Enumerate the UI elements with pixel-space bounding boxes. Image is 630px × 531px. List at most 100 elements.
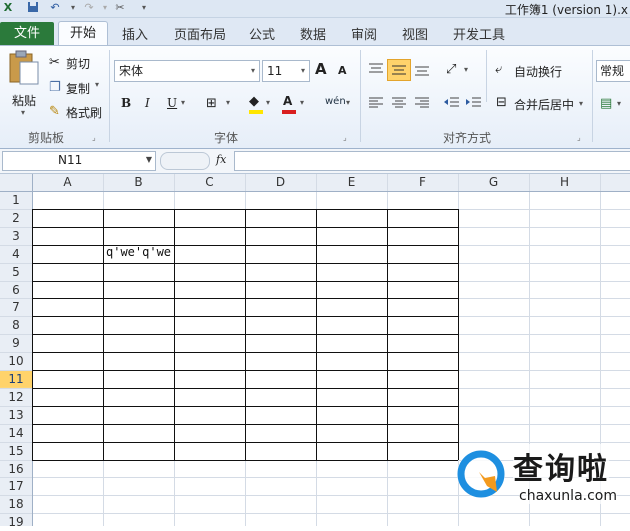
column-header-c[interactable]: C <box>174 174 245 191</box>
copy-dropdown-icon[interactable]: ▾ <box>95 80 99 89</box>
format-painter-button[interactable]: 格式刷 <box>66 104 102 121</box>
underline-button[interactable]: U <box>167 96 177 110</box>
row-header-14[interactable]: 14 <box>0 424 32 442</box>
row-header-2[interactable]: 2 <box>0 209 32 227</box>
column-header-d[interactable]: D <box>245 174 316 191</box>
insert-function-button[interactable]: fx <box>216 153 226 166</box>
phonetic-dropdown-icon[interactable]: ▾ <box>346 98 350 107</box>
save-icon[interactable] <box>26 1 40 15</box>
watermark-brand: 查询啦 <box>513 444 609 488</box>
font-name-combo[interactable]: 宋体 ▾ <box>114 60 260 82</box>
orientation-dropdown-icon[interactable]: ▾ <box>464 65 468 74</box>
row-header-5[interactable]: 5 <box>0 263 32 281</box>
row-header-13[interactable]: 13 <box>0 406 32 424</box>
align-center-icon[interactable] <box>390 96 408 110</box>
row-header-17[interactable]: 17 <box>0 477 32 495</box>
align-bottom-icon[interactable] <box>413 63 431 77</box>
grow-font-button[interactable]: A <box>315 60 327 78</box>
redo-dropdown-icon[interactable]: ▾ <box>98 1 112 15</box>
redo-icon[interactable]: ↷ <box>82 1 96 15</box>
row-header-16[interactable]: 16 <box>0 460 32 478</box>
bold-button[interactable]: B <box>121 96 131 110</box>
tab-file[interactable]: 文件 <box>0 22 54 45</box>
format-painter-icon: ✎ <box>49 104 60 119</box>
row-header-11[interactable]: 11 <box>0 370 32 388</box>
cell-b4[interactable]: q'we'q'we <box>106 245 171 259</box>
tab-view[interactable]: 视图 <box>402 24 428 43</box>
fill-color-dropdown-icon[interactable]: ▾ <box>266 98 270 107</box>
row-header-12[interactable]: 12 <box>0 388 32 406</box>
customize-qat-icon[interactable]: ▾ <box>137 1 151 15</box>
cut-button[interactable]: 剪切 <box>66 55 90 72</box>
column-header-b[interactable]: B <box>103 174 174 191</box>
tab-developer[interactable]: 开发工具 <box>453 24 505 43</box>
column-header-e[interactable]: E <box>316 174 387 191</box>
fill-color-icon[interactable]: ◆ <box>249 94 259 110</box>
borders-icon[interactable]: ⊞ <box>206 96 217 112</box>
row-header-1[interactable]: 1 <box>0 191 32 209</box>
name-box-value: N11 <box>58 153 83 167</box>
phonetic-button[interactable]: wén <box>325 96 346 107</box>
merge-center-button[interactable]: 合并后居中 <box>514 96 574 113</box>
clipboard-launcher-icon[interactable]: ⌟ <box>92 130 96 146</box>
row-header-10[interactable]: 10 <box>0 352 32 370</box>
accounting-format-icon[interactable]: ▤ <box>600 96 612 112</box>
paste-dropdown-icon[interactable]: ▾ <box>21 108 25 117</box>
paste-button[interactable]: 粘贴 ▾ <box>4 50 42 117</box>
watermark-url: chaxunla.com <box>519 488 617 504</box>
font-size-combo[interactable]: 11 ▾ <box>262 60 310 82</box>
name-box[interactable]: N11 ▼ <box>2 151 156 171</box>
row-header-8[interactable]: 8 <box>0 316 32 334</box>
tab-review[interactable]: 审阅 <box>351 24 377 43</box>
row-header-3[interactable]: 3 <box>0 227 32 245</box>
align-top-icon[interactable] <box>367 62 385 76</box>
tab-home[interactable]: 开始 <box>58 21 108 46</box>
font-color-button[interactable]: A <box>283 94 292 108</box>
font-size-dropdown-icon[interactable]: ▾ <box>301 61 305 81</box>
tab-page-layout[interactable]: 页面布局 <box>174 24 226 43</box>
tab-insert[interactable]: 插入 <box>122 24 148 43</box>
font-color-dropdown-icon[interactable]: ▾ <box>300 98 304 107</box>
window-title: 工作簿1 (version 1).x <box>504 3 628 17</box>
column-header-f[interactable]: F <box>387 174 458 191</box>
row-header-4[interactable]: 4 <box>0 245 32 263</box>
fill-color-swatch <box>249 110 263 114</box>
merge-dropdown-icon[interactable]: ▾ <box>579 99 583 108</box>
tab-formulas[interactable]: 公式 <box>249 24 275 43</box>
align-middle-icon[interactable] <box>387 59 411 81</box>
row-header-6[interactable]: 6 <box>0 281 32 299</box>
undo-dropdown-icon[interactable]: ▾ <box>66 1 80 15</box>
row-header-15[interactable]: 15 <box>0 442 32 460</box>
row-header-9[interactable]: 9 <box>0 334 32 352</box>
orientation-icon[interactable]: ⤢ <box>446 62 456 78</box>
formula-input[interactable] <box>234 151 630 171</box>
increase-indent-icon[interactable] <box>465 96 483 110</box>
copy-button[interactable]: 复制 <box>66 80 90 97</box>
alignment-launcher-icon[interactable]: ⌟ <box>577 130 581 146</box>
excel-logo-icon: X <box>3 1 13 14</box>
tools-icon[interactable]: ✂ <box>113 1 127 15</box>
undo-icon[interactable]: ↶ <box>48 1 62 15</box>
align-right-icon[interactable] <box>413 96 431 110</box>
borders-dropdown-icon[interactable]: ▾ <box>226 98 230 107</box>
underline-dropdown-icon[interactable]: ▾ <box>181 98 185 107</box>
font-color-swatch <box>282 110 296 114</box>
font-launcher-icon[interactable]: ⌟ <box>343 130 347 146</box>
column-header-h[interactable]: H <box>529 174 600 191</box>
formula-bar-handle[interactable] <box>160 152 210 170</box>
align-left-icon[interactable] <box>367 96 385 110</box>
decrease-indent-icon[interactable] <box>443 96 461 110</box>
italic-button[interactable]: I <box>145 96 150 110</box>
row-header-7[interactable]: 7 <box>0 298 32 316</box>
font-name-dropdown-icon[interactable]: ▾ <box>251 61 255 81</box>
number-format-combo[interactable]: 常规 <box>596 60 630 82</box>
column-header-a[interactable]: A <box>32 174 103 191</box>
tab-data[interactable]: 数据 <box>300 24 326 43</box>
row-header-19[interactable]: 19 <box>0 513 32 531</box>
column-header-g[interactable]: G <box>458 174 529 191</box>
row-header-18[interactable]: 18 <box>0 495 32 513</box>
name-box-dropdown-icon[interactable]: ▼ <box>146 155 152 164</box>
shrink-font-button[interactable]: A <box>338 64 347 77</box>
wrap-text-button[interactable]: 自动换行 <box>514 63 562 80</box>
accounting-dropdown-icon[interactable]: ▾ <box>617 99 621 108</box>
